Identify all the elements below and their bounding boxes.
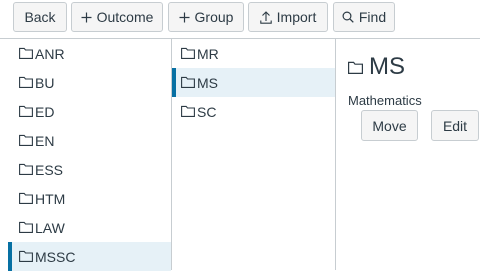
- folder-item-label: HTM: [35, 190, 66, 207]
- folder-icon: [19, 133, 33, 149]
- folder-item-ms[interactable]: MS: [172, 68, 335, 97]
- edit-button-label: Edit: [442, 117, 468, 134]
- add-outcome-button[interactable]: Outcome: [71, 2, 163, 32]
- folder-item-label: ED: [35, 103, 55, 120]
- folder-item-law[interactable]: LAW: [0, 213, 171, 242]
- group-title-text: MS: [369, 53, 405, 80]
- add-group-label: Group: [194, 9, 234, 25]
- folder-item-ess[interactable]: ESS: [0, 155, 171, 184]
- group-description: Mathematics: [348, 93, 422, 108]
- folder-icon: [181, 46, 195, 62]
- folder-icon: [19, 104, 33, 120]
- folder-icon: [19, 191, 33, 207]
- folder-icon: [181, 104, 195, 120]
- folder-item-label: ANR: [35, 45, 65, 62]
- folder-item-anr[interactable]: ANR: [0, 39, 171, 68]
- outcome-group-column-2: MR MS SC: [172, 39, 336, 270]
- folder-item-en[interactable]: EN: [0, 126, 171, 155]
- move-button-label: Move: [372, 117, 407, 134]
- folder-icon: [19, 46, 33, 62]
- folder-item-htm[interactable]: HTM: [0, 184, 171, 213]
- folder-item-mr[interactable]: MR: [172, 39, 335, 68]
- folder-item-mssc[interactable]: MSSC: [8, 242, 171, 271]
- folder-item-bu[interactable]: BU: [0, 68, 171, 97]
- folder-item-label: MSSC: [35, 248, 76, 265]
- group-detail-panel: MS Mathematics Move Edit: [336, 39, 480, 270]
- folder-item-label: LAW: [35, 219, 65, 236]
- folder-item-label: ESS: [35, 161, 64, 178]
- folder-icon: [348, 53, 363, 81]
- add-group-button[interactable]: Group: [168, 2, 244, 32]
- folder-icon: [19, 75, 33, 91]
- import-label: Import: [276, 9, 317, 25]
- folder-item-label: SC: [197, 103, 217, 120]
- move-button[interactable]: Move: [361, 110, 418, 141]
- group-title: MS: [348, 53, 405, 81]
- outcome-group-column-1: ANR BU ED EN ESS HTM LAW MSSC: [0, 39, 172, 271]
- back-button[interactable]: Back: [13, 2, 67, 32]
- back-button-label: Back: [24, 9, 56, 25]
- folder-item-sc[interactable]: SC: [172, 97, 335, 126]
- folder-item-label: MR: [197, 45, 219, 62]
- plus-icon: [179, 12, 190, 23]
- folder-item-ed[interactable]: ED: [0, 97, 171, 126]
- toolbar: Back Outcome Group Import Find: [0, 0, 480, 39]
- folder-icon: [19, 162, 33, 178]
- search-icon: [342, 11, 354, 23]
- plus-icon: [81, 12, 92, 23]
- add-outcome-label: Outcome: [96, 9, 154, 25]
- folder-item-label: EN: [35, 132, 55, 149]
- folder-icon: [19, 220, 33, 236]
- find-button[interactable]: Find: [333, 2, 395, 32]
- find-label: Find: [358, 9, 387, 25]
- folder-icon: [181, 75, 195, 91]
- folder-item-label: MS: [197, 74, 218, 91]
- upload-icon: [259, 10, 272, 24]
- edit-button[interactable]: Edit: [431, 110, 479, 141]
- folder-icon: [19, 249, 33, 265]
- folder-item-label: BU: [35, 74, 55, 91]
- import-button[interactable]: Import: [248, 2, 328, 32]
